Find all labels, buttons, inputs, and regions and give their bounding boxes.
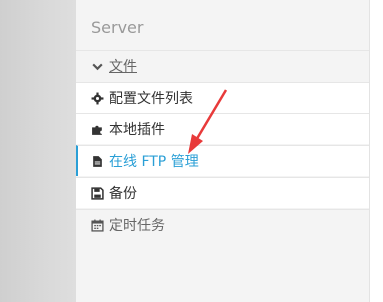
- sidebar-item-backup[interactable]: 备份: [76, 177, 369, 208]
- sidebar-item-config[interactable]: 配置文件列表: [76, 82, 369, 113]
- file-icon: [91, 155, 104, 168]
- section-schedule-label: 定时任务: [109, 218, 165, 234]
- sidebar-item-label: 备份: [109, 186, 137, 202]
- sidebar-item-label: 本地插件: [109, 122, 165, 138]
- sidebar-item-label: 配置文件列表: [109, 91, 193, 107]
- gear-icon: [91, 92, 104, 105]
- section-schedule[interactable]: 定时任务: [76, 209, 369, 240]
- right-strip: [370, 0, 383, 302]
- panel-title: Server: [91, 18, 144, 37]
- sidebar-item-plugins[interactable]: 本地插件: [76, 113, 369, 144]
- save-icon: [91, 186, 104, 200]
- calendar-icon: [91, 219, 104, 232]
- server-panel: Server 文件 配置文件列表 本地插件 在线 FTP 管理 备份 定时任务: [76, 0, 370, 302]
- puzzle-icon: [91, 123, 104, 136]
- section-file[interactable]: 文件: [76, 50, 369, 81]
- sidebar-item-ftp[interactable]: 在线 FTP 管理: [76, 145, 369, 176]
- section-file-label: 文件: [109, 59, 137, 75]
- sidebar-item-label: 在线 FTP 管理: [109, 154, 199, 170]
- background-shade: [0, 0, 76, 302]
- chevron-down-icon: [91, 60, 104, 73]
